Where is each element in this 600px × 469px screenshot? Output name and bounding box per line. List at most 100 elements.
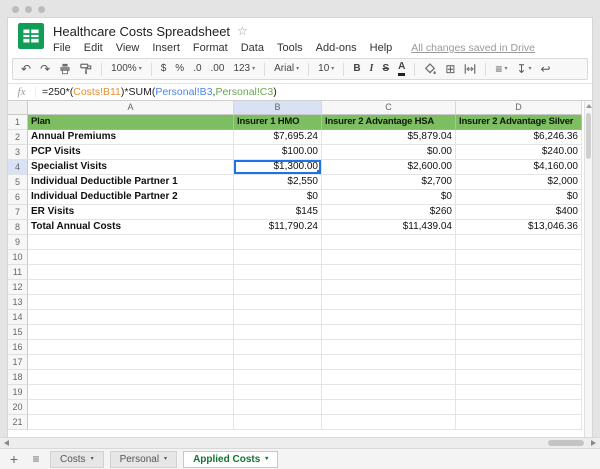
cell-A18[interactable] [28,370,234,385]
row-header-7[interactable]: 7 [8,205,28,220]
row-header-19[interactable]: 19 [8,385,28,400]
menu-file[interactable]: File [53,42,71,54]
column-header-B[interactable]: B [234,101,322,115]
row-header-17[interactable]: 17 [8,355,28,370]
cell-D13[interactable] [456,295,582,310]
cell-B4[interactable]: $1,300.00 [234,160,322,175]
cell-C19[interactable] [322,385,456,400]
increase-decimal-places-button[interactable]: .00 [211,64,225,74]
menu-tools[interactable]: Tools [277,42,303,54]
borders-button[interactable]: ⊞ [445,63,455,75]
sheet-tab-costs[interactable]: Costs ▾ [50,450,104,468]
row-header-18[interactable]: 18 [8,370,28,385]
more-formats-button[interactable]: 123 ▾ [233,64,255,74]
menu-edit[interactable]: Edit [84,42,103,54]
cell-C2[interactable]: $5,879.04 [322,130,456,145]
cell-A13[interactable] [28,295,234,310]
menu-format[interactable]: Format [193,42,228,54]
cell-D2[interactable]: $6,246.36 [456,130,582,145]
cell-C9[interactable] [322,235,456,250]
cell-B18[interactable] [234,370,322,385]
paint-format-button[interactable] [80,63,92,75]
cell-C10[interactable] [322,250,456,265]
cell-A14[interactable] [28,310,234,325]
cell-C5[interactable]: $2,700 [322,175,456,190]
cell-D1[interactable]: Insurer 2 Advantage Silver [456,115,582,130]
cell-A17[interactable] [28,355,234,370]
select-all-corner[interactable] [8,101,28,115]
cell-D15[interactable] [456,325,582,340]
cell-A11[interactable] [28,265,234,280]
cell-A3[interactable]: PCP Visits [28,145,234,160]
row-header-10[interactable]: 10 [8,250,28,265]
vertical-align-button[interactable]: ↧ ▾ [516,63,531,75]
cell-B6[interactable]: $0 [234,190,322,205]
menu-data[interactable]: Data [241,42,264,54]
cell-C17[interactable] [322,355,456,370]
cell-B5[interactable]: $2,550 [234,175,322,190]
cell-B17[interactable] [234,355,322,370]
cell-B9[interactable] [234,235,322,250]
vertical-scrollbar[interactable] [584,101,592,437]
cell-B21[interactable] [234,415,322,430]
saved-status[interactable]: All changes saved in Drive [411,42,535,54]
window-close-button[interactable] [12,5,19,13]
cell-B13[interactable] [234,295,322,310]
cell-B10[interactable] [234,250,322,265]
cell-D6[interactable]: $0 [456,190,582,205]
cell-D7[interactable]: $400 [456,205,582,220]
menu-insert[interactable]: Insert [152,42,180,54]
star-icon[interactable]: ☆ [237,25,248,37]
cell-D19[interactable] [456,385,582,400]
cell-A12[interactable] [28,280,234,295]
sheet-tab-personal[interactable]: Personal ▾ [109,450,178,468]
redo-button[interactable]: ↷ [40,63,50,75]
scroll-up-icon[interactable] [585,101,592,111]
zoom-select-button[interactable]: 100% ▾ [111,64,142,74]
horizontal-align-button[interactable]: ≡ ▾ [495,63,507,75]
bold-button[interactable]: B [353,64,360,74]
cell-D14[interactable] [456,310,582,325]
cell-C4[interactable]: $2,600.00 [322,160,456,175]
row-header-6[interactable]: 6 [8,190,28,205]
scroll-left-icon[interactable] [4,440,9,446]
cell-A7[interactable]: ER Visits [28,205,234,220]
menu-add-ons[interactable]: Add-ons [316,42,357,54]
cell-A19[interactable] [28,385,234,400]
all-sheets-menu-icon[interactable]: ≡ [28,453,44,465]
cell-D5[interactable]: $2,000 [456,175,582,190]
format-as-currency-button[interactable]: $ [161,64,167,74]
row-header-20[interactable]: 20 [8,400,28,415]
document-title[interactable]: Healthcare Costs Spreadsheet [53,24,230,39]
row-header-11[interactable]: 11 [8,265,28,280]
row-header-4[interactable]: 4 [8,160,28,175]
row-header-14[interactable]: 14 [8,310,28,325]
cell-D16[interactable] [456,340,582,355]
row-header-15[interactable]: 15 [8,325,28,340]
italic-button[interactable]: I [370,64,374,74]
cell-A2[interactable]: Annual Premiums [28,130,234,145]
fill-color-button[interactable] [424,63,437,75]
cell-D8[interactable]: $13,046.36 [456,220,582,235]
cell-D18[interactable] [456,370,582,385]
formula-input[interactable]: =250*(Costs!B11)*SUM(Personal!B3,Persona… [36,86,277,98]
cell-A8[interactable]: Total Annual Costs [28,220,234,235]
strikethrough-button[interactable]: S [382,64,389,74]
row-header-8[interactable]: 8 [8,220,28,235]
cell-B14[interactable] [234,310,322,325]
font-family-select-button[interactable]: Arial ▾ [274,64,299,74]
cell-C1[interactable]: Insurer 2 Advantage HSA [322,115,456,130]
cell-D11[interactable] [456,265,582,280]
cell-D12[interactable] [456,280,582,295]
cell-B12[interactable] [234,280,322,295]
cell-A21[interactable] [28,415,234,430]
window-minimize-button[interactable] [25,5,32,13]
cell-B16[interactable] [234,340,322,355]
row-header-21[interactable]: 21 [8,415,28,430]
cell-C8[interactable]: $11,439.04 [322,220,456,235]
cell-C21[interactable] [322,415,456,430]
column-header-D[interactable]: D [456,101,582,115]
sheets-logo-icon[interactable] [18,23,44,55]
cell-C11[interactable] [322,265,456,280]
row-header-2[interactable]: 2 [8,130,28,145]
